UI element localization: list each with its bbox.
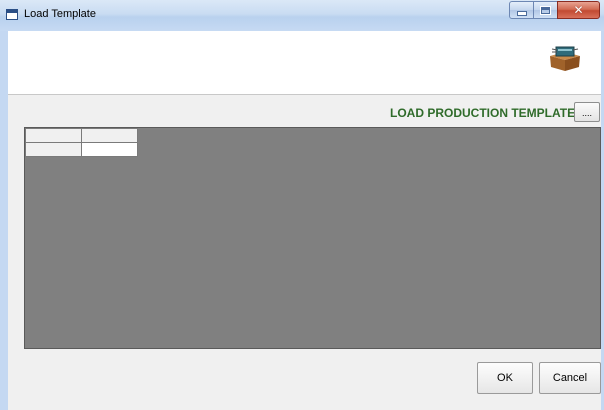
grid-header-cell[interactable] xyxy=(81,128,138,143)
window-title: Load Template xyxy=(24,8,96,20)
minimize-icon xyxy=(516,10,527,16)
grid-data-cell[interactable] xyxy=(81,142,138,157)
title-bar[interactable]: Load Template ✕ xyxy=(0,0,604,31)
maximize-button[interactable] xyxy=(533,1,558,19)
minimize-button[interactable] xyxy=(509,1,534,19)
header-band xyxy=(8,31,601,95)
app-window-icon[interactable] xyxy=(6,9,18,20)
grid-data-row xyxy=(25,142,138,157)
template-grid[interactable] xyxy=(24,127,601,349)
grid-header-cell[interactable] xyxy=(25,128,82,143)
load-template-window: Load Template ✕ LOAD PRODUCTION TEMPLATE… xyxy=(0,0,604,410)
maximize-icon xyxy=(540,5,551,15)
grid-table xyxy=(25,128,138,157)
browse-button[interactable]: .... xyxy=(574,102,600,122)
close-button[interactable]: ✕ xyxy=(557,1,600,19)
cancel-button[interactable]: Cancel xyxy=(539,362,601,394)
window-controls: ✕ xyxy=(509,1,600,19)
grid-header-row xyxy=(25,128,138,143)
section-label: LOAD PRODUCTION TEMPLATE xyxy=(390,106,576,120)
package-box-icon xyxy=(550,46,580,71)
window-frame-left xyxy=(0,31,8,410)
grid-row-header-cell[interactable] xyxy=(25,142,82,157)
ok-button[interactable]: OK xyxy=(477,362,533,394)
close-icon: ✕ xyxy=(573,3,584,17)
